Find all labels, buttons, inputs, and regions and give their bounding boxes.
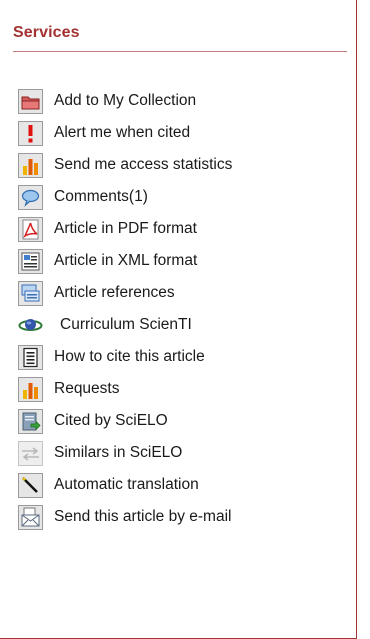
service-label: Article in PDF format — [54, 220, 197, 238]
service-label: Requests — [54, 380, 120, 398]
service-how-to-cite[interactable]: How to cite this article — [18, 341, 348, 373]
comment-icon — [18, 184, 43, 210]
service-xml[interactable]: Article in XML format — [18, 245, 348, 277]
service-requests[interactable]: Requests — [18, 373, 348, 405]
service-label: How to cite this article — [54, 348, 205, 366]
service-label: Curriculum ScienTI — [60, 316, 192, 334]
folder-icon — [18, 88, 43, 114]
translation-icon — [18, 472, 43, 498]
service-access-statistics[interactable]: Send me access statistics — [18, 149, 348, 181]
email-icon — [18, 504, 43, 530]
service-comments[interactable]: Comments(1) — [18, 181, 348, 213]
service-send-by-email[interactable]: Send this article by e-mail — [18, 501, 348, 533]
alert-icon — [18, 120, 43, 146]
service-label: Comments(1) — [54, 188, 148, 206]
service-alert-when-cited[interactable]: Alert me when cited — [18, 117, 348, 149]
document-icon — [18, 344, 43, 370]
service-label: Similars in SciELO — [54, 444, 183, 462]
bar-chart-icon — [18, 376, 43, 402]
curriculum-icon — [18, 313, 43, 338]
services-title: Services — [13, 24, 80, 41]
bar-chart-icon — [18, 152, 43, 178]
services-panel: Services Add to My Collection Alert me w… — [0, 0, 357, 639]
services-list: Add to My Collection Alert me when cited… — [18, 85, 348, 533]
service-references[interactable]: Article references — [18, 277, 348, 309]
service-label: Cited by SciELO — [54, 412, 168, 430]
pdf-icon — [18, 216, 43, 242]
service-pdf[interactable]: Article in PDF format — [18, 213, 348, 245]
service-label: Add to My Collection — [54, 92, 197, 110]
similars-icon — [18, 440, 43, 466]
xml-icon — [18, 248, 43, 274]
service-add-to-collection[interactable]: Add to My Collection — [18, 85, 348, 117]
service-label: Send me access statistics — [54, 156, 233, 174]
service-label: Alert me when cited — [54, 124, 191, 142]
title-divider — [13, 51, 347, 52]
service-label: Automatic translation — [54, 476, 199, 494]
references-icon — [18, 280, 43, 306]
service-similars-in-scielo[interactable]: Similars in SciELO — [18, 437, 348, 469]
service-automatic-translation[interactable]: Automatic translation — [18, 469, 348, 501]
cited-by-icon — [18, 408, 43, 434]
service-cited-by-scielo[interactable]: Cited by SciELO — [18, 405, 348, 437]
service-label: Article in XML format — [54, 252, 198, 270]
service-curriculum-scienti[interactable]: Curriculum ScienTI — [18, 309, 348, 341]
service-label: Article references — [54, 284, 175, 302]
service-label: Send this article by e-mail — [54, 508, 232, 526]
